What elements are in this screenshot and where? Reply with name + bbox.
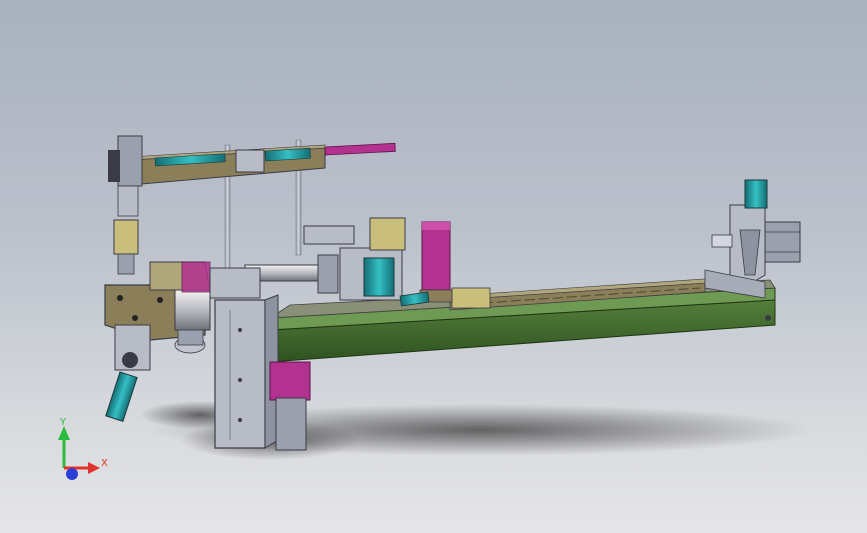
vertical-column[interactable]	[214, 294, 279, 449]
x-axis-label: X	[101, 458, 108, 469]
top-arm-end-block[interactable]	[117, 135, 143, 187]
mandrel-teal-block[interactable]	[363, 257, 395, 297]
lower-motor[interactable]	[269, 361, 311, 451]
top-arm-assembly[interactable]	[108, 135, 396, 187]
rail-carriage[interactable]	[451, 287, 491, 309]
axis-triad: Y X	[58, 417, 108, 480]
top-arm-magenta-rod[interactable]	[324, 142, 396, 156]
y-axis-label: Y	[59, 417, 67, 428]
cad-viewport[interactable]: Y X	[0, 0, 867, 533]
z-axis-dot	[66, 468, 78, 480]
magenta-upright[interactable]	[419, 221, 453, 303]
right-teal-motor[interactable]	[744, 179, 768, 209]
mandrel-carriage[interactable]	[209, 217, 406, 301]
left-gripper[interactable]	[113, 185, 139, 275]
right-cylinder-block[interactable]	[764, 221, 801, 263]
cad-model-view[interactable]: Y X	[0, 0, 867, 533]
bending-head-teal-cylinder[interactable]	[105, 371, 138, 422]
